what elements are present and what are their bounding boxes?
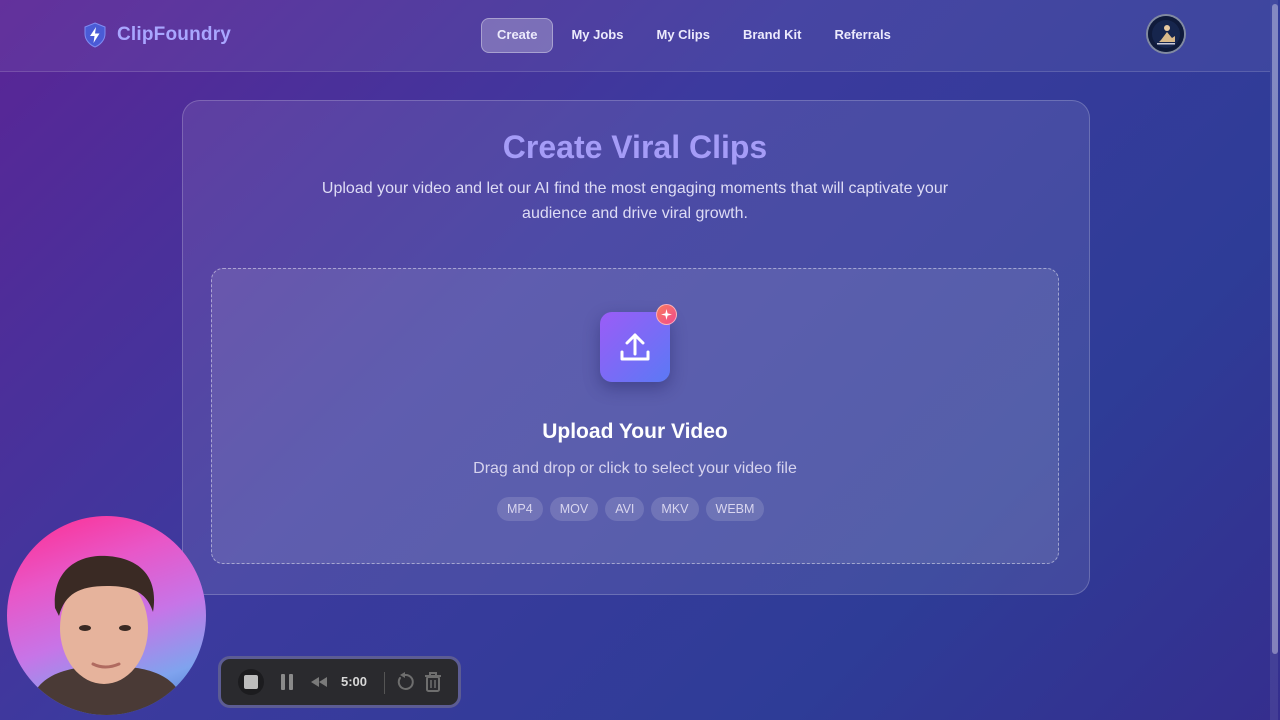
format-chip-webm: WEBM: [705, 497, 765, 521]
recording-controls: 5:00: [218, 656, 461, 708]
rewind-icon[interactable]: [306, 669, 332, 695]
upload-hint: Drag and drop or click to select your vi…: [473, 460, 797, 477]
nav-brand-kit[interactable]: Brand Kit: [728, 18, 817, 51]
format-chip-mkv: MKV: [651, 497, 699, 521]
nav-create[interactable]: Create: [481, 18, 554, 53]
nav-my-jobs[interactable]: My Jobs: [556, 18, 638, 51]
nav-referrals[interactable]: Referrals: [819, 18, 905, 51]
page-subtitle: Upload your video and let our AI find th…: [321, 180, 949, 222]
recording-timer: 5:00: [341, 674, 368, 689]
supported-formats: MP4 MOV AVI MKV WEBM: [497, 497, 765, 521]
brand-name: ClipFoundry: [117, 24, 232, 45]
page-title: Create Viral Clips: [502, 129, 768, 165]
webcam-face: [27, 555, 187, 715]
brand-logo[interactable]: ClipFoundry: [83, 22, 231, 48]
top-navigation-bar: ClipFoundry Create My Jobs My Clips Bran…: [0, 0, 1270, 72]
format-chip-mov: MOV: [549, 497, 599, 521]
stop-icon[interactable]: [238, 669, 264, 695]
avatar-image: [1148, 16, 1184, 52]
main-nav: Create My Jobs My Clips Brand Kit Referr…: [481, 18, 909, 53]
webcam-bubble[interactable]: [7, 516, 206, 715]
format-chip-mp4: MP4: [497, 497, 543, 521]
lightning-shield-icon: [84, 22, 106, 48]
format-chip-avi: AVI: [605, 497, 645, 521]
controls-divider: [384, 672, 385, 694]
sparkle-icon: [661, 309, 672, 320]
sparkle-badge: [656, 304, 677, 325]
scrollbar-thumb[interactable]: [1272, 4, 1278, 654]
trash-icon[interactable]: [420, 669, 446, 695]
pause-icon[interactable]: [274, 669, 300, 695]
restart-icon[interactable]: [392, 669, 418, 695]
user-avatar[interactable]: [1146, 14, 1186, 54]
upload-title: Upload Your Video: [542, 420, 728, 443]
nav-my-clips[interactable]: My Clips: [641, 18, 724, 51]
